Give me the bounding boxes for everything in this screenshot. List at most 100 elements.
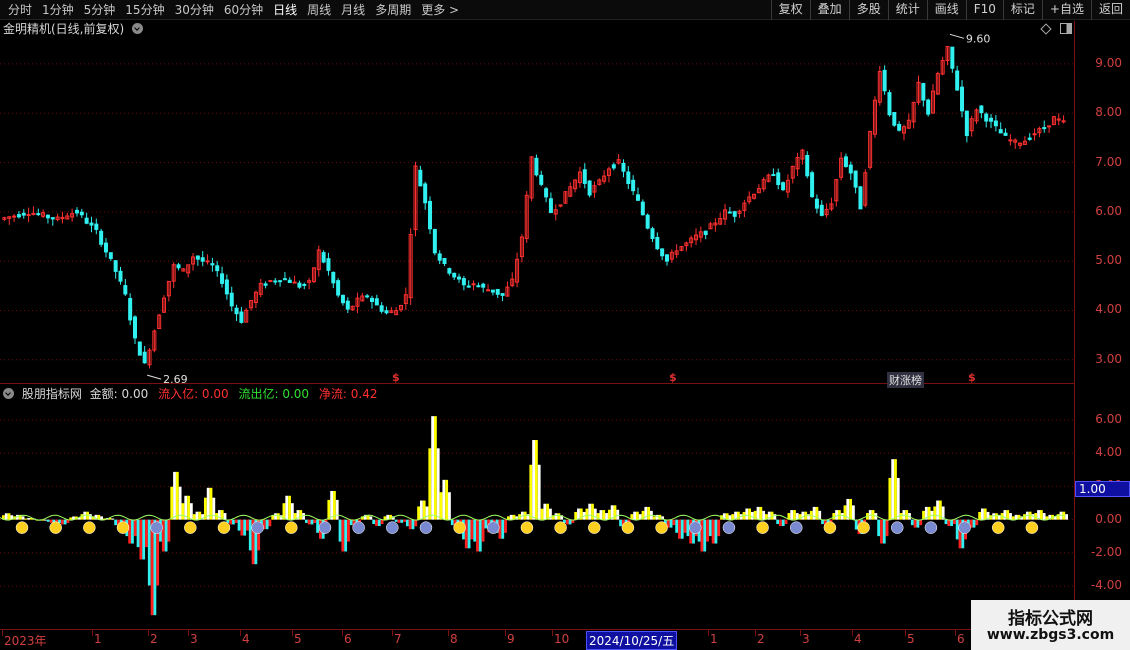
flow-bar: [327, 499, 331, 520]
candle-body: [771, 174, 776, 177]
flow-bar: [557, 513, 561, 520]
flow-bar: [408, 519, 412, 530]
price-tick-label: 9.00: [1095, 55, 1122, 70]
flow-bar: [849, 498, 852, 520]
flow-bar: [790, 510, 794, 520]
candle-body: [210, 263, 215, 266]
flow-bar: [933, 506, 937, 520]
candle-body: [640, 201, 645, 216]
event-marker[interactable]: $: [392, 371, 400, 384]
candle-body: [848, 164, 853, 174]
flow-bar: [442, 479, 446, 520]
flow-bar: [229, 519, 233, 525]
flow-bar: [591, 503, 594, 520]
date-label: 8: [450, 632, 458, 646]
flow-bar: [69, 517, 73, 520]
date-tick: [755, 630, 756, 636]
price-tick-label: 8.00: [1095, 105, 1122, 120]
flow-bar: [44, 519, 47, 521]
flow-bar: [978, 511, 982, 520]
rank-badge[interactable]: 财涨榜: [887, 372, 924, 388]
date-tick: [342, 630, 343, 636]
flow-bar: [299, 510, 303, 520]
cursor-value-badge: 1.00: [1075, 481, 1130, 497]
cursor-date-badge: 2024/10/25/五: [586, 631, 678, 650]
candle-body: [955, 70, 960, 91]
candle-body: [79, 211, 84, 216]
candle-body: [321, 252, 326, 263]
flow-bar: [981, 508, 984, 520]
flow-bar: [414, 519, 418, 527]
candle-body: [142, 351, 147, 364]
date-tick: [2, 630, 3, 636]
candle-body: [374, 298, 379, 306]
flow-bar: [428, 448, 432, 520]
flow-bar: [776, 519, 780, 525]
flow-bar: [21, 516, 25, 520]
candle-body: [476, 285, 481, 288]
candle-body: [998, 129, 1003, 134]
price-tick-label: 5.00: [1095, 253, 1122, 268]
flow-bar: [784, 519, 788, 525]
flow-bar: [593, 508, 597, 520]
candle-body: [660, 248, 665, 257]
flow-bar: [501, 519, 505, 539]
flow-bar: [181, 503, 185, 520]
flow-bar: [972, 519, 976, 528]
date-label: 1: [94, 632, 102, 646]
flow-bar: [532, 440, 535, 520]
candle-body: [989, 117, 994, 122]
smile-icon: [285, 521, 298, 534]
candle-body: [897, 123, 902, 131]
frown-icon: [150, 521, 163, 534]
candle-body: [626, 171, 631, 184]
candle-body: [345, 300, 350, 310]
candle-body: [892, 112, 897, 126]
smile-icon: [49, 521, 62, 534]
flow-bar: [223, 513, 227, 520]
smile-icon: [15, 521, 29, 534]
flow-bar: [175, 471, 179, 520]
flow-bar: [167, 519, 171, 542]
date-tick: [505, 630, 506, 636]
event-marker[interactable]: $: [669, 371, 677, 384]
flow-bar: [896, 477, 900, 520]
flow-bar: [63, 519, 67, 525]
flow-bar: [885, 519, 889, 537]
candle-body: [926, 99, 931, 115]
candle-body: [452, 272, 457, 278]
date-label: 5: [294, 632, 302, 646]
flow-bar: [714, 519, 718, 544]
flow-bar: [543, 503, 547, 520]
flow-bar: [316, 519, 319, 533]
candle-body: [200, 257, 205, 262]
candle-body: [964, 110, 969, 137]
flow-bar: [419, 500, 423, 520]
frown-icon: [487, 521, 500, 534]
flow-bar: [338, 519, 342, 542]
flow-bar: [161, 519, 165, 552]
candle-body: [369, 297, 374, 303]
candle-body: [220, 273, 225, 284]
candle-body: [336, 280, 341, 296]
candle-body: [239, 311, 244, 323]
flow-bar: [478, 519, 482, 552]
flow-bar: [703, 519, 707, 552]
event-marker[interactable]: $: [968, 371, 976, 384]
flow-bar: [142, 519, 146, 560]
smile-icon: [554, 521, 567, 534]
candle-body: [979, 105, 984, 114]
price-tick-label: 7.00: [1095, 154, 1122, 169]
candle-body: [1032, 133, 1037, 136]
candle-body: [268, 279, 273, 282]
date-tick: [905, 630, 906, 636]
flow-bar: [268, 519, 272, 527]
flow-bar: [60, 519, 64, 525]
candle-body: [635, 194, 640, 201]
candle-body: [297, 282, 302, 288]
frown-icon: [419, 521, 433, 534]
smile-icon: [453, 521, 466, 534]
smile-icon: [83, 521, 96, 534]
candle-body: [950, 46, 955, 69]
flow-bar: [145, 519, 148, 548]
